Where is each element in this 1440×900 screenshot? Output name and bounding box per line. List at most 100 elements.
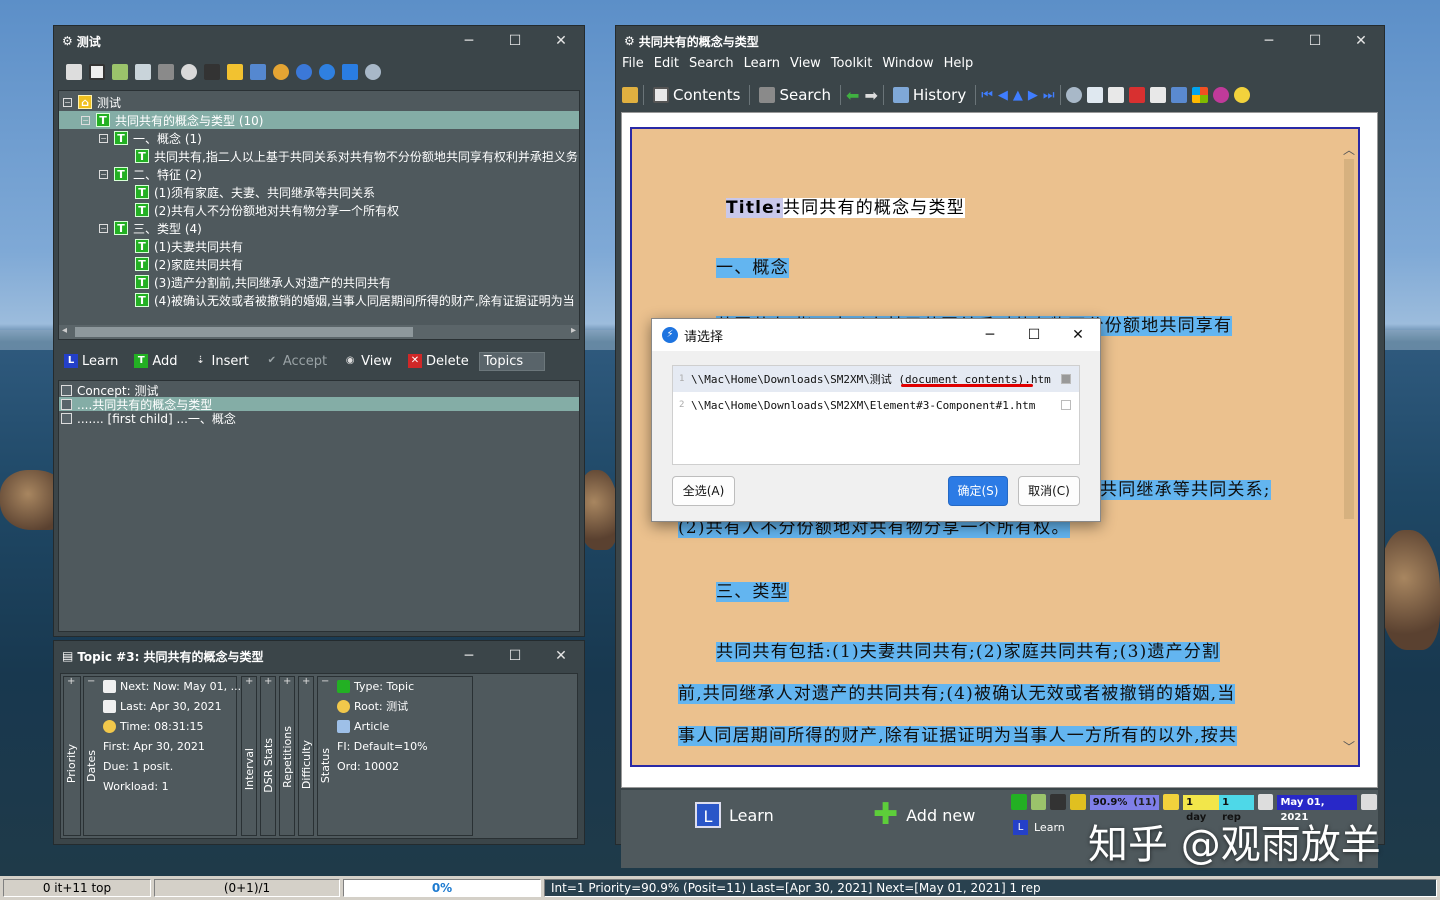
maximize-button[interactable]: ☐ [1012,327,1056,343]
menu-toolkit[interactable]: Toolkit [831,56,873,71]
scroll-right-icon[interactable]: ▸ [571,325,576,336]
list-item[interactable]: ....... [first child] ...一、概念 [59,411,579,426]
collapse-icon[interactable]: − [99,133,108,143]
maximize-button[interactable]: ☐ [492,33,538,49]
calendar-icon[interactable] [1361,794,1377,810]
back-arrow-icon[interactable]: ⬅ [846,86,859,105]
collapse-icon[interactable]: − [99,169,108,179]
lightbulb-icon[interactable] [1233,87,1250,103]
list-icon[interactable] [66,64,82,80]
maximize-button[interactable]: ☐ [492,648,538,664]
tree-row[interactable]: T (3)遗产分割前,共同继承人对遗产的共同共有 [135,273,391,291]
scrollbar-thumb[interactable] [1344,159,1354,519]
open-folder-icon[interactable] [622,87,638,103]
scroll-left-icon[interactable]: ◂ [62,325,67,336]
undo-icon[interactable] [296,64,312,80]
expand-interval-icon[interactable]: + [245,676,253,687]
tree-row[interactable]: T (1)夫妻共同共有 [135,237,243,255]
parent-icon[interactable]: ▲ [1013,88,1023,103]
info-icon[interactable] [319,64,335,80]
search-button[interactable]: Search [755,86,835,104]
film-icon[interactable] [204,64,220,80]
topics-selector[interactable]: Topics [478,351,545,371]
cancel-button[interactable]: 取消(C) [1018,476,1080,506]
minimize-button[interactable]: ─ [446,648,492,664]
window-icon[interactable] [1170,87,1187,103]
expand-priority-icon[interactable]: + [67,676,75,687]
file-checkbox[interactable] [1061,374,1071,384]
menu-file[interactable]: File [622,56,644,71]
close-button[interactable]: ✕ [1338,33,1384,49]
last-icon[interactable]: ⏭ [1043,88,1055,103]
scroll-down-icon[interactable]: ﹀ [1343,738,1355,755]
file-row[interactable]: 1 \\Mac\Home\Downloads\SM2XM\测试 (documen… [673,366,1079,392]
tree-row[interactable]: − ⌂ 测试 [63,93,121,111]
tree-row[interactable]: T (1)须有家庭、夫妻、共同继承等共同关系 [135,183,375,201]
menu-edit[interactable]: Edit [654,56,679,71]
minimize-button[interactable]: ─ [446,33,492,49]
menu-help[interactable]: Help [944,56,974,71]
copy-icon[interactable] [1030,794,1047,810]
lightbulb-icon[interactable] [1163,794,1180,810]
list-icon[interactable] [1050,794,1067,810]
previous-icon[interactable]: ◀ [998,88,1008,103]
binoculars-icon[interactable] [158,64,174,80]
paste-icon[interactable] [135,64,151,80]
search-icon[interactable] [365,64,381,80]
learn-small-button[interactable]: L Learn [1013,820,1065,835]
minimize-button[interactable]: ─ [1246,33,1292,49]
collapse-icon[interactable]: − [81,115,90,125]
tree-row[interactable]: − T 一、概念 (1) [99,129,202,147]
insert-button[interactable]: ⇣ Insert [188,354,255,369]
list-checkbox[interactable] [61,412,72,424]
help-icon[interactable] [1212,87,1229,103]
browser-icon[interactable] [89,64,105,80]
transfer-icon[interactable] [227,64,243,80]
collapse-dates-icon[interactable]: − [87,676,95,687]
add-button[interactable]: T Add [128,354,183,369]
expand-dsr-icon[interactable]: + [264,676,272,687]
list-checkbox[interactable] [61,384,72,396]
menu-search[interactable]: Search [689,56,734,71]
close-button[interactable]: ✕ [1056,327,1100,343]
vertical-scrollbar[interactable]: ︿ ﹀ [1340,129,1358,765]
history-button[interactable]: History [889,86,970,104]
tree-row[interactable]: T (2)共有人不分份额地对共有物分享一个所有权 [135,201,399,219]
menu-window[interactable]: Window [882,56,933,71]
calendar-icon[interactable] [1257,794,1274,810]
delete-button[interactable]: ✕ Delete [402,354,475,369]
contents-button[interactable]: Contents [649,86,744,104]
menu-learn[interactable]: Learn [744,56,780,71]
mail-icon[interactable] [1149,87,1166,103]
image-icon[interactable] [1070,794,1086,810]
next-icon[interactable]: ▶ [1028,88,1038,103]
menu-view[interactable]: View [790,56,821,71]
first-icon[interactable]: ⏮ [981,88,993,103]
ok-button[interactable]: 确定(S) [948,476,1008,506]
forward-arrow-icon[interactable]: ➡ [864,86,877,105]
topic-icon[interactable] [1011,794,1027,810]
horizontal-scrollbar[interactable]: ◂ ▸ [59,325,579,339]
learn-button[interactable]: L Learn [58,354,124,369]
add-new-button[interactable]: ✚ Add new [873,800,975,830]
accept-button[interactable]: ✔ Accept [259,354,333,369]
close-button[interactable]: ✕ [538,648,584,664]
scrollbar-thumb[interactable] [75,327,413,337]
search-icon[interactable] [1065,87,1082,103]
file-row[interactable]: 2 \\Mac\Home\Downloads\SM2XM\Element#3-C… [673,392,1079,418]
translate-icon[interactable] [1086,87,1103,103]
collapse-icon[interactable]: − [63,97,72,107]
gem-icon[interactable] [273,64,289,80]
collapse-status-icon[interactable]: − [321,676,329,687]
file-checkbox[interactable] [1061,400,1071,410]
list-checkbox[interactable] [61,398,72,410]
tree-row[interactable]: T 共同共有,指二人以上基于共同关系对共有物不分份额地共同享有权利并承担义务 [135,147,578,165]
tree-row[interactable]: T (2)家庭共同共有 [135,255,243,273]
scroll-up-icon[interactable]: ︿ [1343,141,1355,158]
tree-row[interactable]: − T 二、特征 (2) [99,165,202,183]
windows-logo-icon[interactable] [1191,87,1208,103]
close-button[interactable]: ✕ [538,33,584,49]
tree-row-selected[interactable]: − T 共同共有的概念与类型 (10) [59,111,579,129]
swap-icon[interactable] [342,64,358,80]
google-icon[interactable] [1128,87,1145,103]
